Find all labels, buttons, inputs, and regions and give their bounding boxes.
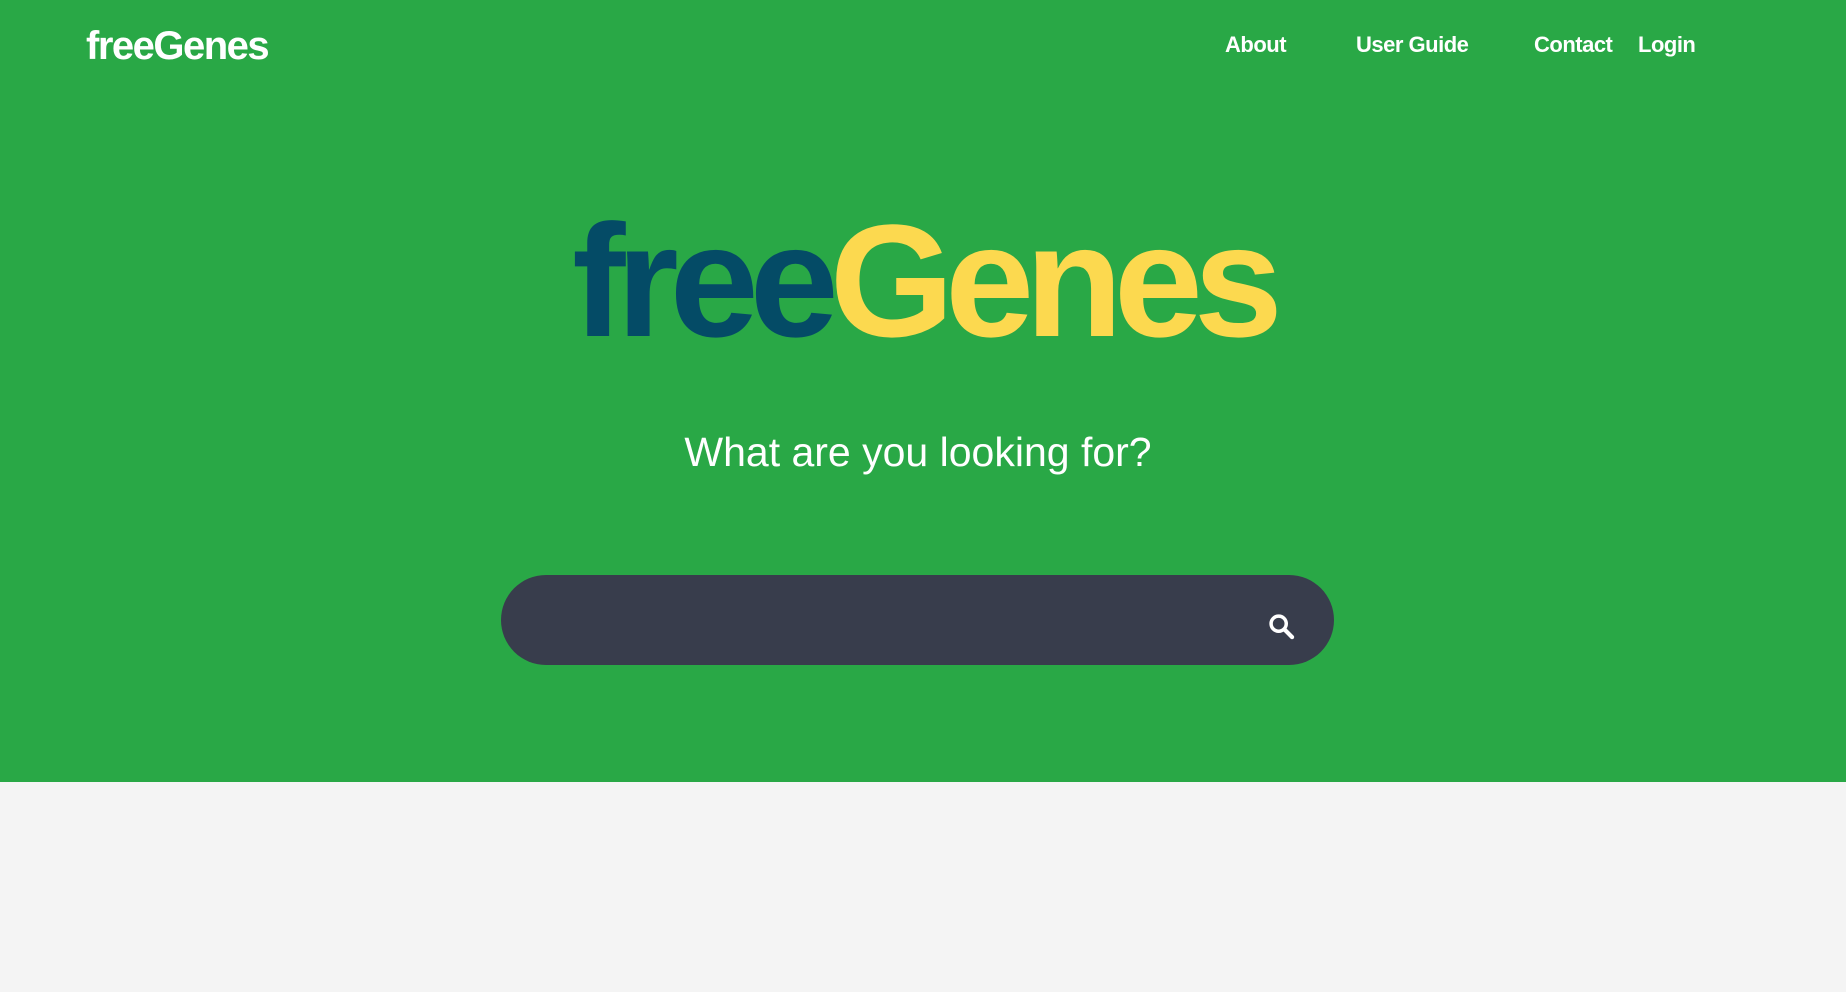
hero-logo: freeGenes [0, 186, 1846, 376]
search-input[interactable] [543, 575, 1227, 667]
nav-about-link[interactable]: About [1225, 30, 1287, 60]
search-button[interactable] [1256, 595, 1306, 645]
hero-section: freeGenes About User Guide Contact Login… [0, 0, 1846, 782]
search-icon [1256, 612, 1306, 640]
brand-logo-link[interactable]: freeGenes [86, 18, 270, 74]
nav-contact-link[interactable]: Contact [1534, 30, 1613, 60]
nav-user-guide-link[interactable]: User Guide [1356, 30, 1469, 60]
hero-logo-free: free [572, 191, 838, 370]
content-area [0, 782, 1846, 992]
nav-login-link[interactable]: Login [1638, 30, 1696, 60]
hero-logo-genes: Genes [829, 191, 1283, 370]
search-bar [501, 575, 1334, 667]
search-prompt: What are you looking for? [684, 429, 1152, 475]
